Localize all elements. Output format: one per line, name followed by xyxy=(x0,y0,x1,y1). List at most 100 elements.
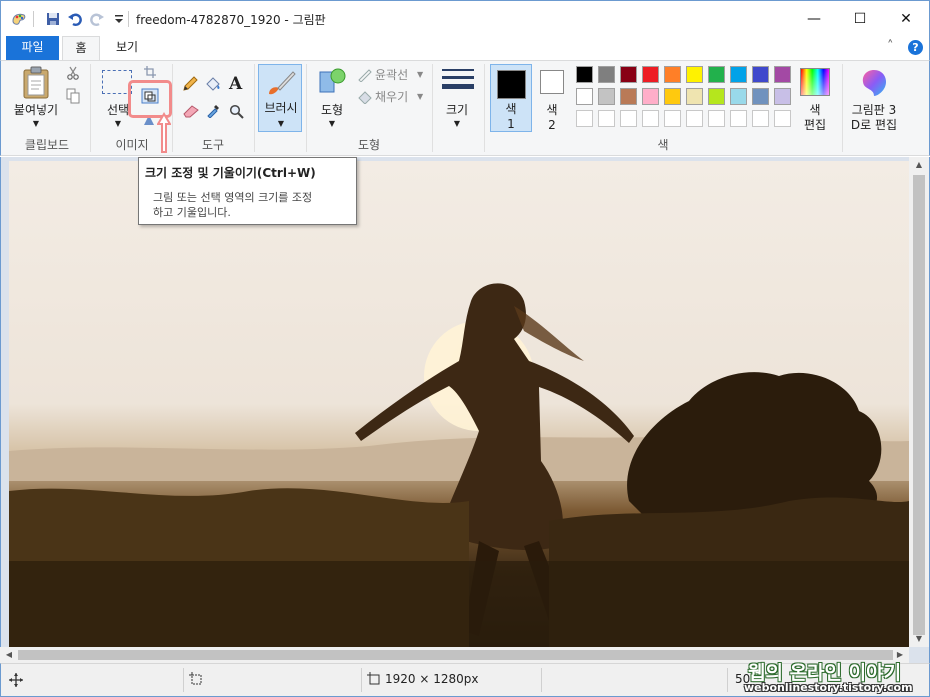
tooltip-line-1: 그림 또는 선택 영역의 크기를 조정 xyxy=(153,191,313,204)
title-bar: freedom-4782870_1920 - 그림판 — ☐ ✕ xyxy=(0,0,930,36)
cut-icon[interactable] xyxy=(66,66,80,80)
palette-swatch[interactable] xyxy=(752,88,769,105)
color1-label: 색 xyxy=(505,102,517,116)
brushes-button[interactable]: 브러시 ▼ xyxy=(258,64,302,132)
tooltip-title: 크기 조정 및 기울이기(Ctrl+W) xyxy=(145,166,316,180)
palette-swatch[interactable] xyxy=(752,66,769,83)
color1-number: 1 xyxy=(507,117,515,131)
paste-dropdown-icon[interactable]: ▼ xyxy=(10,117,62,131)
help-icon[interactable]: ? xyxy=(908,40,923,55)
ribbon-tabs: 파일 홈 보기 ˄ ? xyxy=(0,36,930,60)
size-icon[interactable] xyxy=(440,66,474,96)
status-divider xyxy=(361,668,362,692)
palette-swatch[interactable] xyxy=(598,88,615,105)
palette-swatch[interactable] xyxy=(620,66,637,83)
edit-colors-button[interactable]: 색 xyxy=(796,103,834,117)
paste-icon[interactable] xyxy=(22,66,50,100)
copy-icon[interactable] xyxy=(66,88,80,104)
collapse-ribbon-icon[interactable]: ˄ xyxy=(887,39,894,54)
redo-icon[interactable] xyxy=(89,11,105,27)
palette-swatch[interactable] xyxy=(686,66,703,83)
palette-swatch[interactable] xyxy=(598,66,615,83)
palette-swatch[interactable] xyxy=(664,88,681,105)
maximize-icon: ☐ xyxy=(853,11,867,27)
palette-swatch[interactable] xyxy=(664,110,681,127)
palette-swatch[interactable] xyxy=(774,66,791,83)
palette-swatch[interactable] xyxy=(774,88,791,105)
color2-number: 2 xyxy=(548,118,556,132)
maximize-button[interactable]: ☐ xyxy=(837,1,883,37)
customize-toolbar-icon[interactable] xyxy=(111,11,127,27)
undo-icon[interactable] xyxy=(67,11,83,27)
close-icon: ✕ xyxy=(900,11,912,27)
group-label-clipboard: 클립보드 xyxy=(24,138,70,152)
palette-swatch[interactable] xyxy=(620,110,637,127)
palette-swatch[interactable] xyxy=(730,110,747,127)
color1-button[interactable]: 색 1 xyxy=(490,64,532,132)
fill-button[interactable]: 채우기 xyxy=(375,90,408,104)
palette-swatch[interactable] xyxy=(642,88,659,105)
palette-swatch[interactable] xyxy=(686,110,703,127)
color-picker-icon[interactable] xyxy=(206,102,222,118)
text-tool-icon[interactable]: A xyxy=(229,74,242,94)
scroll-up-icon[interactable]: ▲ xyxy=(909,157,929,173)
palette-swatch[interactable] xyxy=(730,88,747,105)
crop-icon[interactable] xyxy=(144,66,156,78)
minimize-icon: — xyxy=(807,11,821,27)
shapes-icon[interactable] xyxy=(318,66,348,96)
edit-with-paint3d-label: D로 편집 xyxy=(850,118,898,132)
scroll-left-icon[interactable]: ◀ xyxy=(2,647,16,663)
brushes-label: 브러시 xyxy=(264,101,298,115)
palette-swatch[interactable] xyxy=(752,110,769,127)
paste-button[interactable]: 붙여넣기 xyxy=(10,103,62,117)
color2-swatch[interactable] xyxy=(540,70,564,94)
tab-view[interactable]: 보기 xyxy=(103,36,151,60)
close-button[interactable]: ✕ xyxy=(883,1,929,37)
edit-colors-icon[interactable] xyxy=(800,68,830,96)
window-title: freedom-4782870_1920 - 그림판 xyxy=(136,13,326,27)
minimize-button[interactable]: — xyxy=(791,1,837,37)
magnifier-icon[interactable] xyxy=(229,104,245,120)
color2-label[interactable]: 색 xyxy=(536,103,568,117)
size-button[interactable]: 크기 xyxy=(436,103,478,117)
vertical-scroll-thumb[interactable] xyxy=(913,175,925,635)
fill-dropdown-icon[interactable]: ▼ xyxy=(417,90,423,104)
scroll-down-icon[interactable]: ▼ xyxy=(909,631,929,647)
outline-button[interactable]: 윤곽선 xyxy=(375,68,408,82)
tooltip-line-2: 하고 기울입니다. xyxy=(153,206,231,219)
shapes-button[interactable]: 도형 xyxy=(312,103,352,117)
fill-bucket-icon[interactable] xyxy=(204,76,222,92)
size-dropdown-icon[interactable]: ▼ xyxy=(436,117,478,131)
group-label-colors: 색 xyxy=(657,138,669,152)
toolbar-divider xyxy=(128,11,129,27)
palette-swatch[interactable] xyxy=(642,66,659,83)
palette-swatch[interactable] xyxy=(708,110,725,127)
palette-swatch[interactable] xyxy=(576,110,593,127)
tab-home[interactable]: 홈 xyxy=(62,36,100,60)
group-separator xyxy=(172,64,173,152)
shapes-dropdown-icon[interactable]: ▼ xyxy=(312,117,352,131)
paint3d-icon[interactable] xyxy=(860,68,888,98)
palette-swatch[interactable] xyxy=(620,88,637,105)
palette-swatch[interactable] xyxy=(642,110,659,127)
palette-swatch[interactable] xyxy=(576,88,593,105)
palette-swatch[interactable] xyxy=(708,88,725,105)
outline-dropdown-icon[interactable]: ▼ xyxy=(417,68,423,82)
pencil-icon[interactable] xyxy=(182,76,198,92)
eraser-icon[interactable] xyxy=(182,104,200,118)
palette-swatch[interactable] xyxy=(708,66,725,83)
canvas-image[interactable] xyxy=(9,161,909,647)
vertical-scrollbar[interactable]: ▲ ▼ xyxy=(909,157,929,647)
palette-swatch[interactable] xyxy=(664,66,681,83)
select-dropdown-icon[interactable]: ▼ xyxy=(98,117,138,131)
selection-size-icon xyxy=(189,672,202,685)
palette-swatch[interactable] xyxy=(576,66,593,83)
paint-app-icon[interactable] xyxy=(11,11,27,27)
palette-swatch[interactable] xyxy=(598,110,615,127)
palette-swatch[interactable] xyxy=(730,66,747,83)
save-icon[interactable] xyxy=(45,11,61,27)
tab-file[interactable]: 파일 xyxy=(6,36,59,60)
palette-swatch[interactable] xyxy=(686,88,703,105)
edit-with-paint3d-button[interactable]: 그림판 3 xyxy=(846,103,902,117)
palette-swatch[interactable] xyxy=(774,110,791,127)
